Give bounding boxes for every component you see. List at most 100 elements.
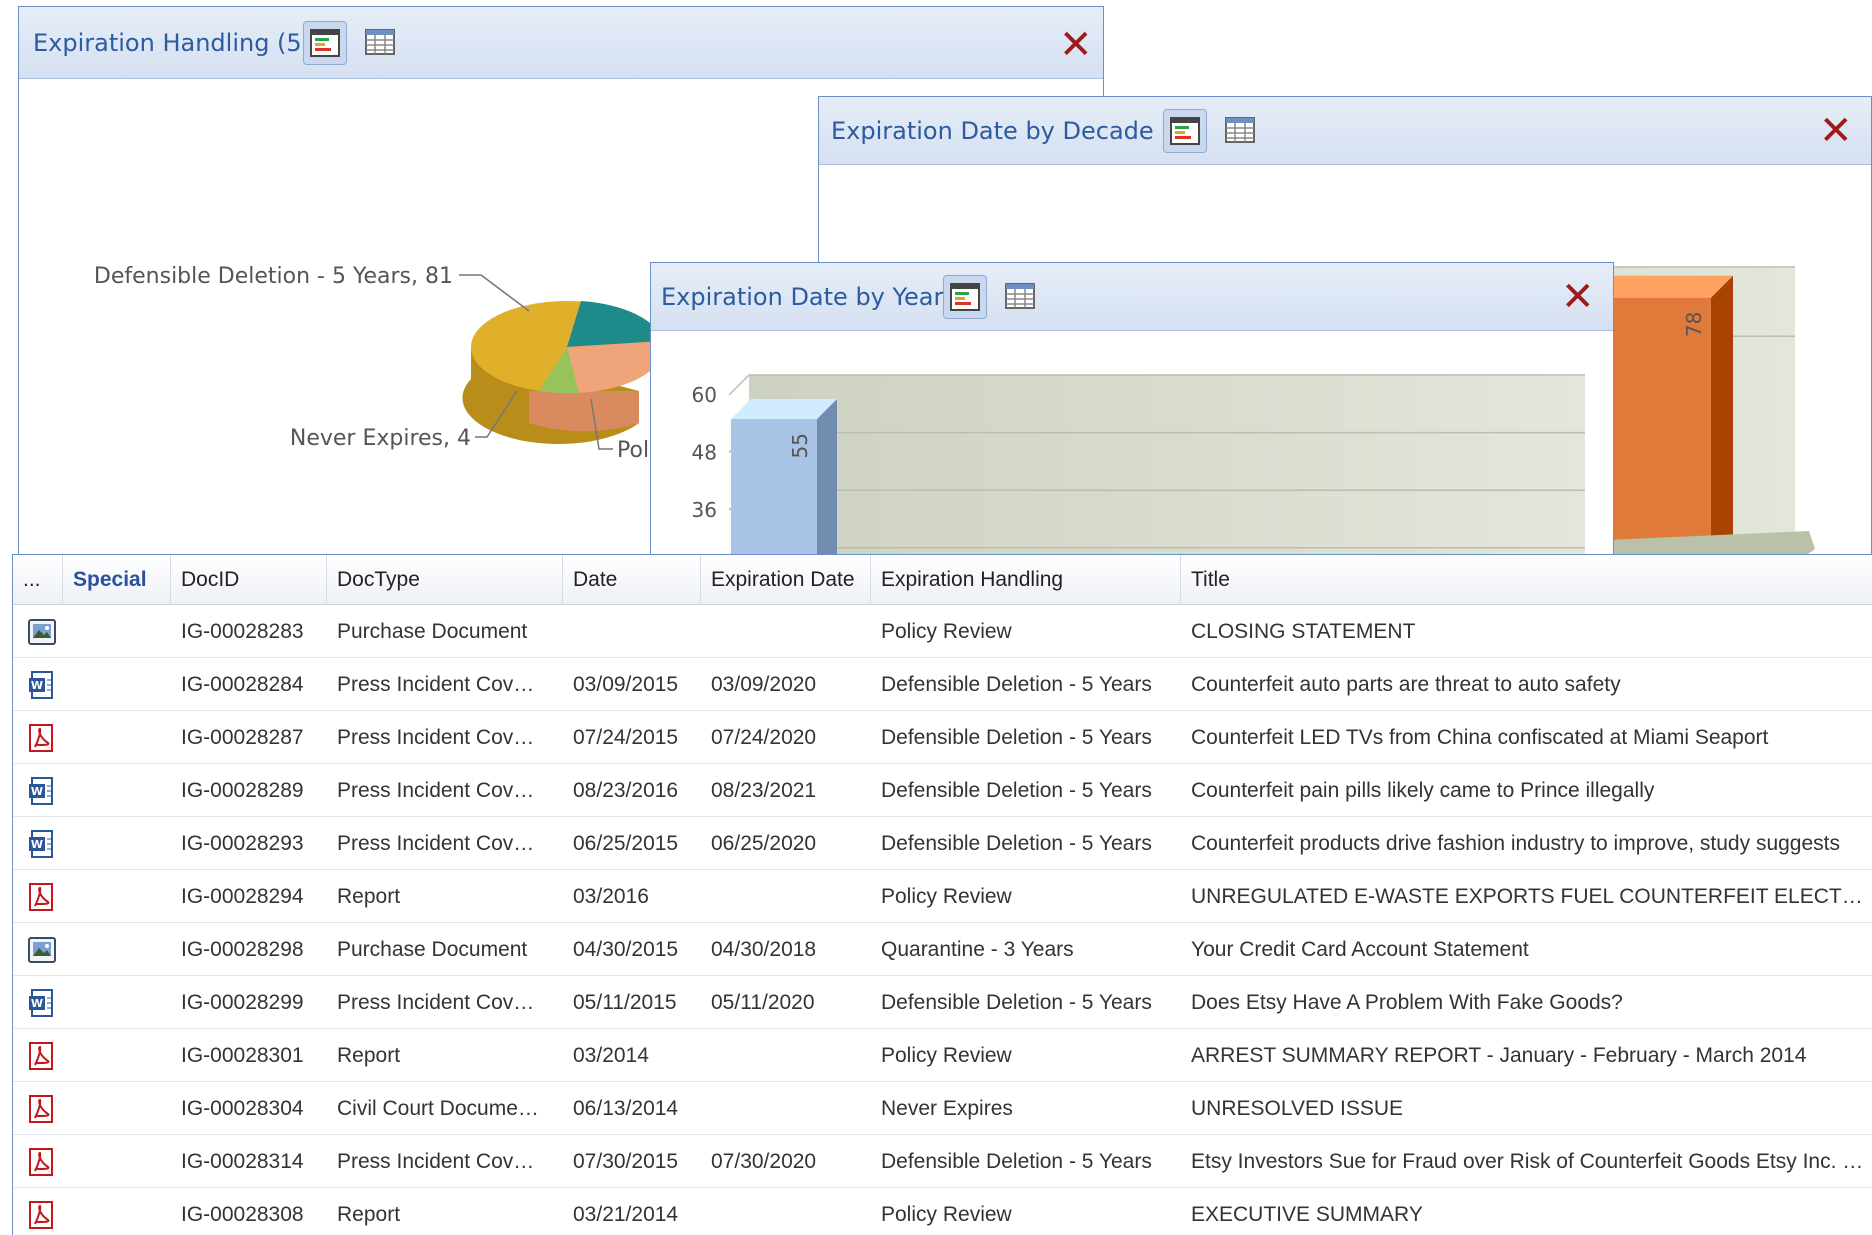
table-row[interactable]: IG-00028314 Press Incident Cov… 07/30/2015… [13, 1135, 1872, 1188]
cell-title: UNREGULATED E-WASTE EXPORTS FUEL COUNTER… [1191, 885, 1863, 908]
bar-side [817, 399, 837, 565]
column-header-special[interactable]: Special [63, 555, 171, 605]
cell-docid: IG-00028287 [181, 726, 304, 749]
image-file-icon[interactable] [27, 935, 57, 965]
pie-body [462, 301, 664, 444]
pie-leader-line [459, 274, 530, 312]
grid-view-button[interactable] [359, 21, 403, 65]
table-row[interactable]: W IG-00028289 Press Incident Cov… 08/23/201… [13, 764, 1872, 817]
cell-expiration-date: 04/30/2018 [711, 938, 817, 961]
cell-doctype: Press Incident Cov… [337, 1150, 535, 1173]
cell-expiration-handling: Policy Review [881, 885, 1012, 908]
cell-date: 04/30/2015 [573, 938, 679, 961]
cell-date: 08/23/2016 [573, 779, 679, 802]
table-row[interactable]: IG-00028301 Report 03/2014 Policy Review ARR… [13, 1029, 1872, 1082]
year-bar-chart: 6048362455 [692, 374, 1585, 566]
y-tick-label: 48 [692, 441, 717, 465]
cell-expiration-date: 06/25/2020 [711, 832, 817, 855]
column-header-expiration-date[interactable]: Expiration Date [701, 555, 871, 605]
pdf-document-icon[interactable] [27, 723, 57, 753]
cell-expiration-date: 05/11/2020 [711, 991, 815, 1014]
close-icon[interactable]: ✕ [1819, 111, 1853, 151]
cell-docid: IG-00028289 [181, 779, 304, 802]
cell-expiration-handling: Never Expires [881, 1097, 1013, 1120]
cell-docid: IG-00028283 [181, 620, 304, 643]
close-icon[interactable]: ✕ [1059, 25, 1093, 65]
column-header-date[interactable]: Date [563, 555, 701, 605]
column-header-menu[interactable]: ... [13, 555, 63, 605]
cell-expiration-date [701, 605, 871, 658]
column-header-doctype[interactable]: DocType [327, 555, 563, 605]
grid-view-icon [1005, 283, 1035, 309]
cell-doctype: Press Incident Cov… [337, 779, 535, 802]
cell-expiration-handling: Defensible Deletion - 5 Years [881, 832, 1152, 855]
grid-view-button[interactable] [1219, 109, 1263, 153]
image-file-icon[interactable] [27, 617, 57, 647]
chart-view-icon [950, 283, 980, 311]
cell-expiration-handling: Policy Review [881, 1044, 1012, 1067]
pdf-document-icon[interactable] [27, 1041, 57, 1071]
chart-view-button[interactable] [1163, 109, 1207, 153]
cell-title: Does Etsy Have A Problem With Fake Goods… [1191, 991, 1623, 1014]
cell-docid: IG-00028314 [181, 1150, 304, 1173]
cell-expiration-date: 03/09/2020 [711, 673, 817, 696]
chart-view-icon [310, 29, 340, 57]
cell-docid: IG-00028293 [181, 832, 304, 855]
table-row[interactable]: IG-00028287 Press Incident Cov… 07/24/2015… [13, 711, 1872, 764]
y-tick-label: 60 [692, 383, 717, 407]
cell-expiration-handling: Policy Review [881, 1203, 1012, 1226]
table-row[interactable]: IG-00028304 Civil Court Docume… 06/13/2014… [13, 1082, 1872, 1135]
cell-expiration-handling: Quarantine - 3 Years [881, 938, 1074, 961]
grid-view-button[interactable] [999, 275, 1043, 319]
cell-doctype: Press Incident Cov… [337, 832, 535, 855]
cell-title: Etsy Investors Sue for Fraud over Risk o… [1191, 1150, 1864, 1173]
y-tick-label: 36 [692, 498, 717, 522]
cell-docid: IG-00028284 [181, 673, 304, 696]
document-grid: ... Special DocID DocType Date Expiratio… [12, 554, 1872, 1235]
pdf-document-icon[interactable] [27, 882, 57, 912]
cell-expiration-date [701, 870, 871, 923]
cell-title: Your Credit Card Account Statement [1191, 938, 1529, 961]
cell-expiration-date: 07/24/2020 [711, 726, 817, 749]
cell-expiration-handling: Policy Review [881, 620, 1012, 643]
word-document-icon[interactable]: W [27, 670, 57, 700]
word-document-icon[interactable]: W [27, 829, 57, 859]
cell-expiration-handling: Defensible Deletion - 5 Years [881, 1150, 1152, 1173]
table-row[interactable]: W IG-00028284 Press Incident Cov… 03/09/201… [13, 658, 1872, 711]
pie-label-defensible: Defensible Deletion - 5 Years, 81 [94, 264, 453, 289]
word-document-icon[interactable]: W [27, 776, 57, 806]
cell-expiration-date [701, 1188, 871, 1235]
column-header-expiration-handling[interactable]: Expiration Handling [871, 555, 1181, 605]
cell-expiration-handling: Defensible Deletion - 5 Years [881, 673, 1152, 696]
cell-expiration-date: 08/23/2021 [711, 779, 817, 802]
pdf-document-icon[interactable] [27, 1094, 57, 1124]
table-row[interactable]: W IG-00028299 Press Incident Cov… 05/11/201… [13, 976, 1872, 1029]
column-header-docid[interactable]: DocID [171, 555, 327, 605]
cell-date: 07/30/2015 [573, 1150, 679, 1173]
close-icon[interactable]: ✕ [1561, 277, 1595, 317]
bar[interactable]: 55 [731, 399, 837, 566]
table-row[interactable]: IG-00028283 Purchase Document Policy Revie… [13, 605, 1872, 658]
chart-view-button[interactable] [943, 275, 987, 319]
table-row[interactable]: W IG-00028293 Press Incident Cov… 06/25/201… [13, 817, 1872, 870]
cell-docid: IG-00028298 [181, 938, 304, 961]
pdf-document-icon[interactable] [27, 1147, 57, 1177]
table-row[interactable]: IG-00028308 Report 03/21/2014 Policy Review… [13, 1188, 1872, 1235]
cell-doctype: Report [337, 1203, 401, 1226]
cell-title: Counterfeit products drive fashion indus… [1191, 832, 1840, 855]
table-row[interactable]: IG-00028298 Purchase Document 04/30/2015 04… [13, 923, 1872, 976]
word-document-icon[interactable]: W [27, 988, 57, 1018]
table-row[interactable]: IG-00028294 Report 03/2016 Policy Review UNR… [13, 870, 1872, 923]
column-header-title[interactable]: Title [1181, 555, 1872, 605]
cell-title: EXECUTIVE SUMMARY [1191, 1203, 1423, 1226]
cell-doctype: Purchase Document [337, 938, 528, 961]
chart-view-icon [1170, 117, 1200, 145]
expiration-year-panel: Expiration Date by Year (4) ✕ 6048362455 [650, 262, 1614, 566]
cell-date: 03/21/2014 [573, 1203, 679, 1226]
cell-docid: IG-00028308 [181, 1203, 304, 1226]
pdf-document-icon[interactable] [27, 1200, 57, 1230]
grid-line-diag [728, 374, 750, 396]
cell-date: 05/11/2015 [573, 991, 677, 1014]
chart-view-button[interactable] [303, 21, 347, 65]
cell-title: ARREST SUMMARY REPORT - January - Februa… [1191, 1044, 1807, 1067]
